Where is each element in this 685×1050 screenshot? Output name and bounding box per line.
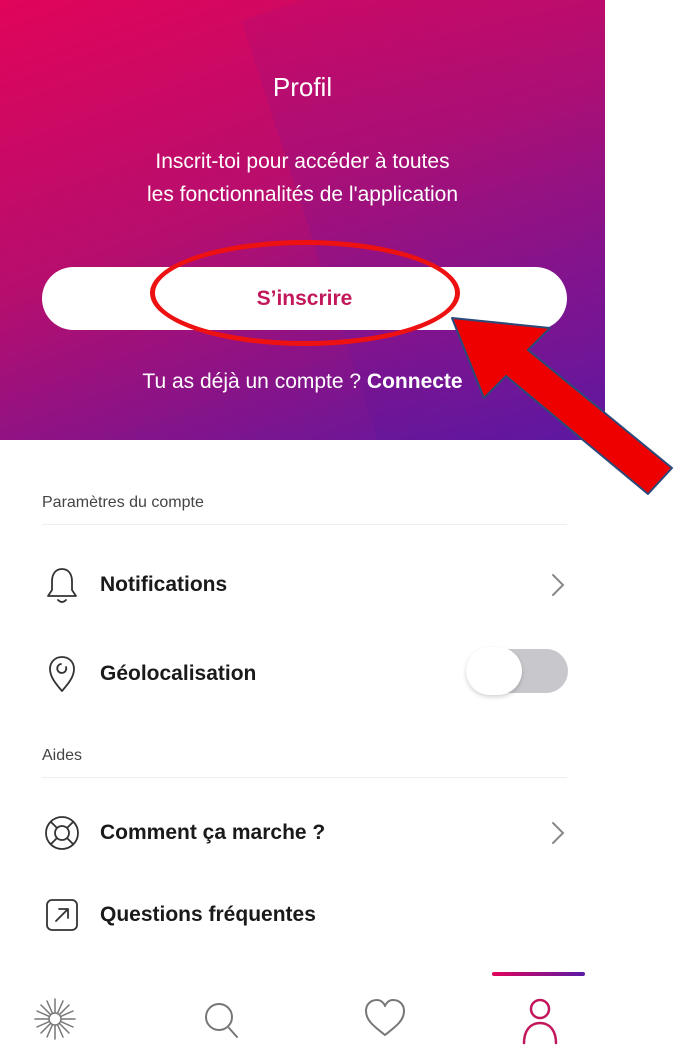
annotation-arrow-icon xyxy=(451,317,673,495)
signup-invite-text: Inscrit-toi pour accéder à toutes les fo… xyxy=(0,145,605,211)
help-item-label: Questions fréquentes xyxy=(100,903,316,926)
page-title: Profil xyxy=(272,72,333,102)
signup-invite-line-2: les fonctionnalités de l'application xyxy=(146,183,459,206)
search-icon xyxy=(199,995,245,1046)
chevron-right-icon xyxy=(551,821,565,845)
tab-favorites[interactable] xyxy=(355,995,415,1046)
active-tab-indicator xyxy=(492,972,585,976)
tab-discover[interactable] xyxy=(25,995,85,1046)
sparkle-icon xyxy=(31,995,79,1046)
profile-icon xyxy=(518,995,562,1046)
section-header-help: Aides xyxy=(42,747,567,778)
settings-item-label: Notifications xyxy=(100,573,228,596)
help-item-faq[interactable]: Questions fréquentes xyxy=(42,890,567,940)
lifebuoy-icon xyxy=(42,813,82,853)
location-pin-icon xyxy=(42,654,82,694)
help-item-label: Comment ça marche ? xyxy=(100,821,326,844)
geolocation-toggle[interactable] xyxy=(466,647,568,695)
help-item-how-it-works[interactable]: Comment ça marche ? xyxy=(42,808,567,858)
settings-item-label: Géolocalisation xyxy=(100,662,257,685)
toggle-knob xyxy=(466,647,522,695)
external-arrow-icon xyxy=(42,895,82,935)
settings-item-notifications[interactable]: Notifications xyxy=(42,560,567,610)
tab-profile[interactable] xyxy=(510,995,570,1046)
heart-icon xyxy=(361,995,409,1046)
highlight-ellipse xyxy=(150,240,460,346)
bell-icon xyxy=(42,565,82,605)
chevron-right-icon xyxy=(551,573,565,597)
signup-invite-line-1: Inscrit-toi pour accéder à toutes xyxy=(155,150,450,173)
login-prompt-text: Tu as déjà un compte ? xyxy=(142,370,367,393)
tab-search[interactable] xyxy=(192,995,252,1046)
